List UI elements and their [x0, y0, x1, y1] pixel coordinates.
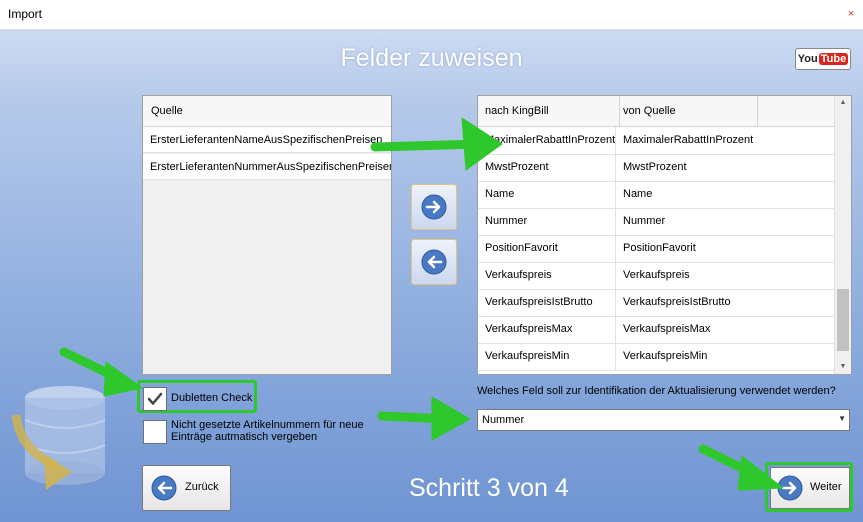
dubletten-check-checkbox[interactable]	[143, 387, 167, 411]
list-item[interactable]: ErsterLieferantenNummerAusSpezifischenPr…	[143, 154, 391, 180]
youtube-button[interactable]: You Tube	[795, 48, 851, 70]
table-row[interactable]: Verkaufspreis Verkaufspreis	[478, 262, 834, 290]
assign-right-button[interactable]	[411, 184, 457, 230]
table-row[interactable]: MaximalerRabattInProzent MaximalerRabattI…	[478, 127, 834, 155]
column-header-source[interactable]: von Quelle	[623, 96, 676, 126]
column-divider	[615, 127, 616, 154]
arrow-left-circle-icon	[421, 249, 447, 275]
column-divider	[615, 181, 616, 208]
table-row[interactable]: VerkaufspreisMin VerkaufspreisMin	[478, 343, 834, 371]
cell-target-field: VerkaufspreisMax	[485, 323, 573, 335]
auto-article-number-label: Nicht gesetzte Artikelnummern für neue E…	[171, 419, 364, 443]
import-window: Import × Felder zuweisen You Tube Quelle…	[0, 0, 863, 522]
cell-target-field: MaximalerRabattInProzent	[485, 134, 616, 146]
cell-target-field: VerkaufspreisMin	[485, 350, 570, 362]
table-row[interactable]: VerkaufspreisIstBrutto VerkaufspreisIstBr…	[478, 289, 834, 317]
list-item[interactable]: ErsterLieferantenNameAusSpezifischenPrei…	[143, 127, 391, 153]
next-button-label: Weiter	[810, 481, 842, 493]
scroll-down-icon[interactable]: ▼	[838, 362, 848, 372]
cell-source-field: MwstProzent	[623, 161, 687, 173]
column-divider	[615, 208, 616, 235]
column-divider	[615, 154, 616, 181]
dubletten-check-label: Dubletten Check	[171, 392, 253, 404]
cell-source-field: Name	[623, 188, 653, 200]
identification-field-select[interactable]: Nummer ▼	[477, 409, 850, 431]
step-indicator: Schritt 3 von 4	[409, 474, 569, 502]
column-divider	[757, 96, 758, 126]
table-row[interactable]: Name Name	[478, 181, 834, 209]
database-icon	[11, 386, 106, 490]
youtube-tube-text: Tube	[818, 53, 849, 65]
arrow-left-circle-icon	[151, 475, 177, 501]
table-row[interactable]: VerkaufspreisMax VerkaufspreisMax	[478, 316, 834, 344]
assign-left-button[interactable]	[411, 239, 457, 285]
column-divider	[615, 235, 616, 262]
close-button[interactable]: ×	[844, 6, 858, 22]
cell-target-field: PositionFavorit	[485, 242, 558, 254]
next-button[interactable]: Weiter	[770, 467, 850, 509]
title-bar: Import ×	[0, 0, 863, 30]
table-row[interactable]: Nummer Nummer	[478, 208, 834, 236]
back-button-label: Zurück	[185, 481, 219, 493]
field-mapping-grid[interactable]: nach KingBill von Quelle MaximalerRabatt…	[477, 95, 852, 375]
column-divider	[615, 262, 616, 289]
cell-source-field: VerkaufspreisMin	[623, 350, 708, 362]
page-title: Felder zuweisen	[340, 44, 523, 72]
cell-source-field: VerkaufspreisMax	[623, 323, 711, 335]
arrow-right-circle-icon	[777, 475, 803, 501]
source-field-list[interactable]: Quelle ErsterLieferantenNameAusSpezifisc…	[142, 95, 392, 375]
table-row[interactable]: MwstProzent MwstProzent	[478, 154, 834, 182]
cell-source-field: PositionFavorit	[623, 242, 696, 254]
scrollbar-thumb[interactable]	[837, 289, 849, 351]
grid-header: nach KingBill von Quelle	[478, 96, 834, 127]
youtube-you-text: You	[797, 53, 818, 65]
column-divider	[615, 289, 616, 316]
identification-select-value: Nummer	[482, 414, 525, 426]
source-list-header-label: Quelle	[151, 105, 183, 117]
vertical-scrollbar[interactable]: ▲ ▼	[834, 96, 851, 374]
checkmark-icon	[147, 392, 163, 405]
cell-target-field: Verkaufspreis	[485, 269, 552, 281]
back-button[interactable]: Zurück	[142, 465, 231, 511]
scroll-up-icon[interactable]: ▲	[838, 98, 848, 108]
cell-target-field: Nummer	[485, 215, 528, 227]
cell-source-field: Nummer	[623, 215, 666, 227]
cell-target-field: VerkaufspreisIstBrutto	[485, 296, 593, 308]
column-divider	[615, 316, 616, 343]
cell-source-field: VerkaufspreisIstBrutto	[623, 296, 731, 308]
cell-target-field: Name	[485, 188, 515, 200]
arrow-right-circle-icon	[421, 194, 447, 220]
source-list-header: Quelle	[143, 96, 391, 127]
identification-question: Welches Feld soll zur Identifikation der…	[477, 385, 836, 397]
column-header-target[interactable]: nach KingBill	[485, 96, 549, 126]
cell-source-field: Verkaufspreis	[623, 269, 690, 281]
window-title: Import	[8, 7, 43, 21]
column-divider	[615, 343, 616, 370]
auto-article-number-checkbox[interactable]	[143, 420, 167, 444]
column-divider	[619, 96, 620, 126]
cell-source-field: MaximalerRabattInProzent	[623, 134, 754, 146]
table-row[interactable]: PositionFavorit PositionFavorit	[478, 235, 834, 263]
chevron-down-icon[interactable]: ▼	[838, 414, 846, 423]
cell-target-field: MwstProzent	[485, 161, 549, 173]
